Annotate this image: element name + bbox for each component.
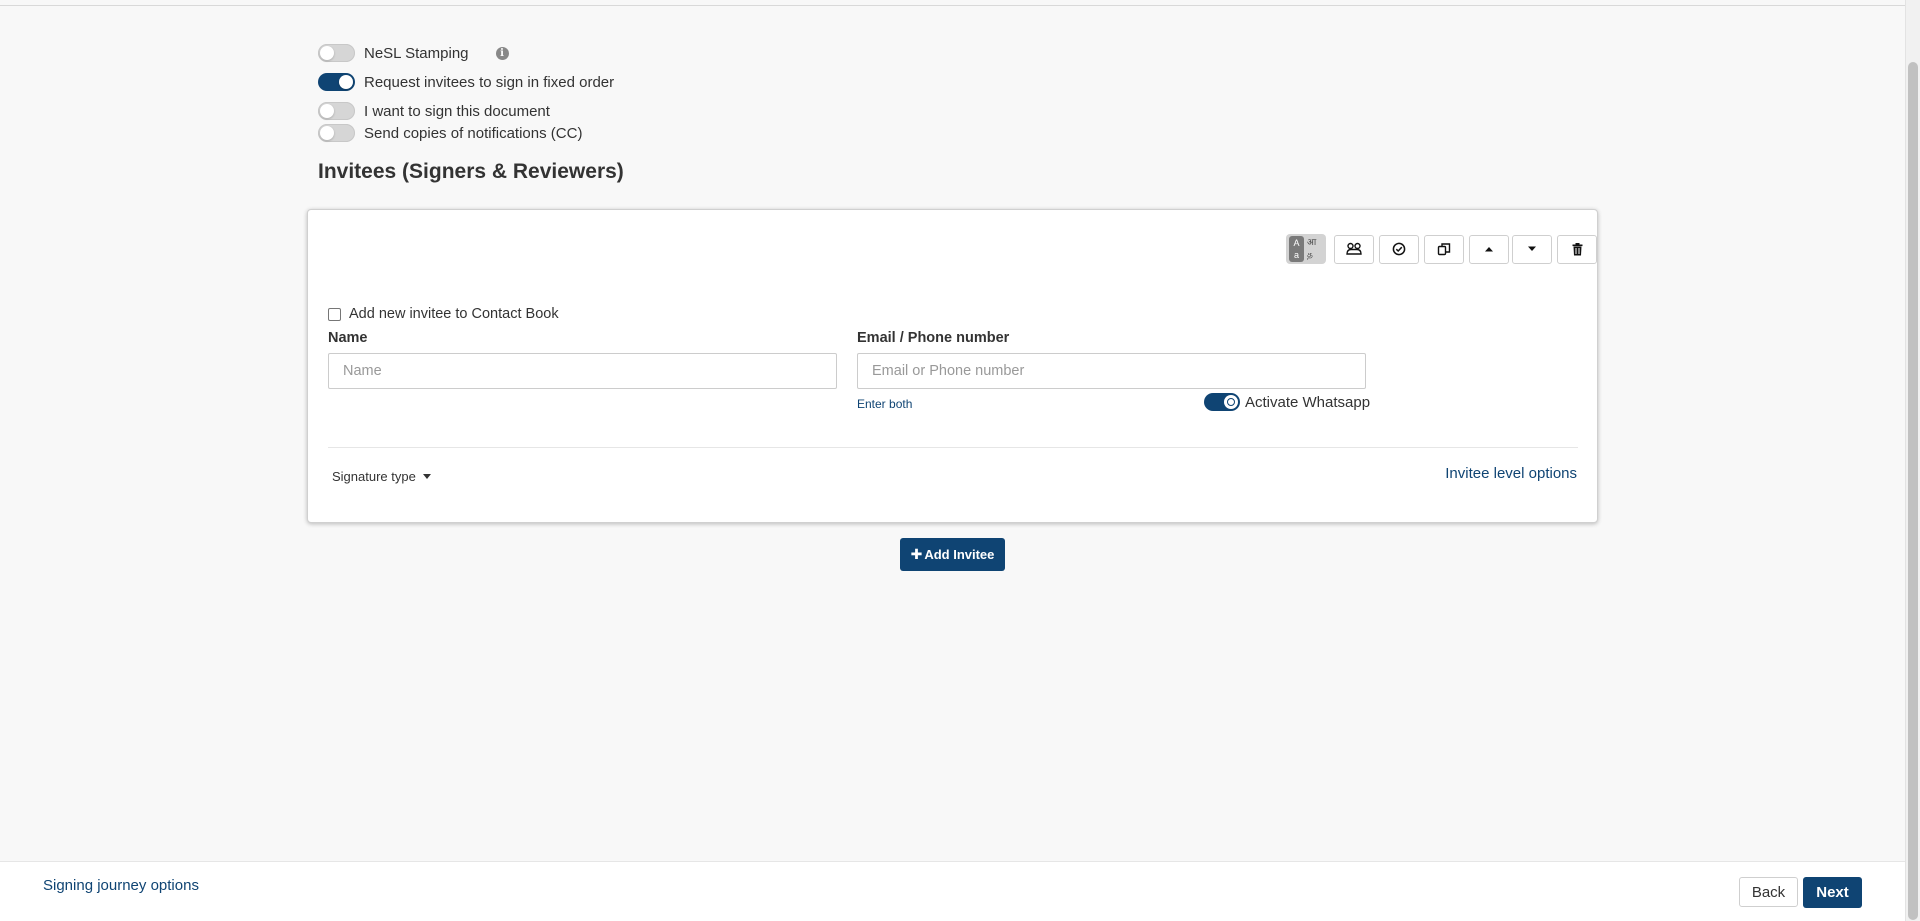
- name-input[interactable]: Name: [328, 353, 837, 389]
- next-button[interactable]: Next: [1803, 877, 1862, 908]
- name-label: Name: [328, 330, 368, 346]
- card-divider: [328, 447, 1578, 448]
- group-icon[interactable]: [1334, 234, 1374, 264]
- fixed-order-label: Request invitees to sign in fixed order: [364, 73, 615, 91]
- nesl-stamping-row: NeSL Stamping i: [318, 44, 509, 62]
- add-invitee-label: Add Invitee: [924, 547, 995, 562]
- cc-notifications-toggle[interactable]: [318, 124, 355, 142]
- signature-type-dropdown[interactable]: Signature type: [332, 469, 431, 484]
- footer: Signing journey options Back Next: [0, 861, 1905, 921]
- fixed-order-row: Request invitees to sign in fixed order: [318, 73, 614, 91]
- signature-type-label: Signature type: [332, 469, 416, 484]
- add-invitee-button[interactable]: ✚ Add Invitee: [900, 538, 1005, 571]
- fixed-order-toggle[interactable]: [318, 73, 355, 91]
- whatsapp-label: Activate Whatsapp: [1245, 393, 1371, 411]
- self-sign-toggle[interactable]: [318, 102, 355, 120]
- page-scrollbar[interactable]: [1905, 0, 1920, 921]
- self-sign-row: I want to sign this document: [318, 102, 550, 120]
- language-switch-icon[interactable]: Aa आத: [1286, 234, 1326, 264]
- copy-icon[interactable]: [1424, 234, 1464, 264]
- plus-icon: ✚: [910, 546, 923, 562]
- info-icon[interactable]: i: [495, 46, 509, 60]
- nesl-stamping-label: NeSL Stamping: [364, 44, 469, 62]
- invitee-toolbar: Aa आத: [1286, 234, 1600, 264]
- email-phone-label: Email / Phone number: [857, 330, 1010, 346]
- signing-journey-options-link[interactable]: Signing journey options: [43, 877, 199, 894]
- invitee-card: Aa आத Add new invitee to Contact Book Na…: [307, 209, 1598, 523]
- section-title: Invitees (Signers & Reviewers): [318, 160, 624, 183]
- move-down-icon[interactable]: [1512, 234, 1552, 264]
- self-sign-label: I want to sign this document: [364, 102, 550, 120]
- whatsapp-toggle[interactable]: [1204, 393, 1240, 411]
- back-button[interactable]: Back: [1739, 877, 1798, 907]
- scrollbar-thumb[interactable]: [1908, 62, 1918, 920]
- delete-icon[interactable]: [1557, 234, 1597, 264]
- cc-notifications-row: Send copies of notifications (CC): [318, 124, 582, 142]
- enter-both-link[interactable]: Enter both: [857, 397, 912, 411]
- nesl-stamping-toggle[interactable]: [318, 44, 355, 62]
- check-circle-icon[interactable]: [1379, 234, 1419, 264]
- cc-notifications-label: Send copies of notifications (CC): [364, 124, 583, 142]
- move-up-icon[interactable]: [1469, 234, 1509, 264]
- add-to-contact-book-checkbox[interactable]: [328, 307, 341, 321]
- add-to-contact-book-label: Add new invitee to Contact Book: [349, 306, 559, 322]
- caret-down-icon: [422, 474, 431, 479]
- add-to-contact-book: Add new invitee to Contact Book: [328, 306, 559, 322]
- whatsapp-row: Activate Whatsapp: [1204, 393, 1370, 411]
- invitee-level-options-link[interactable]: Invitee level options: [1445, 465, 1577, 482]
- email-phone-input[interactable]: Email or Phone number: [857, 353, 1366, 389]
- top-border: [0, 0, 1905, 6]
